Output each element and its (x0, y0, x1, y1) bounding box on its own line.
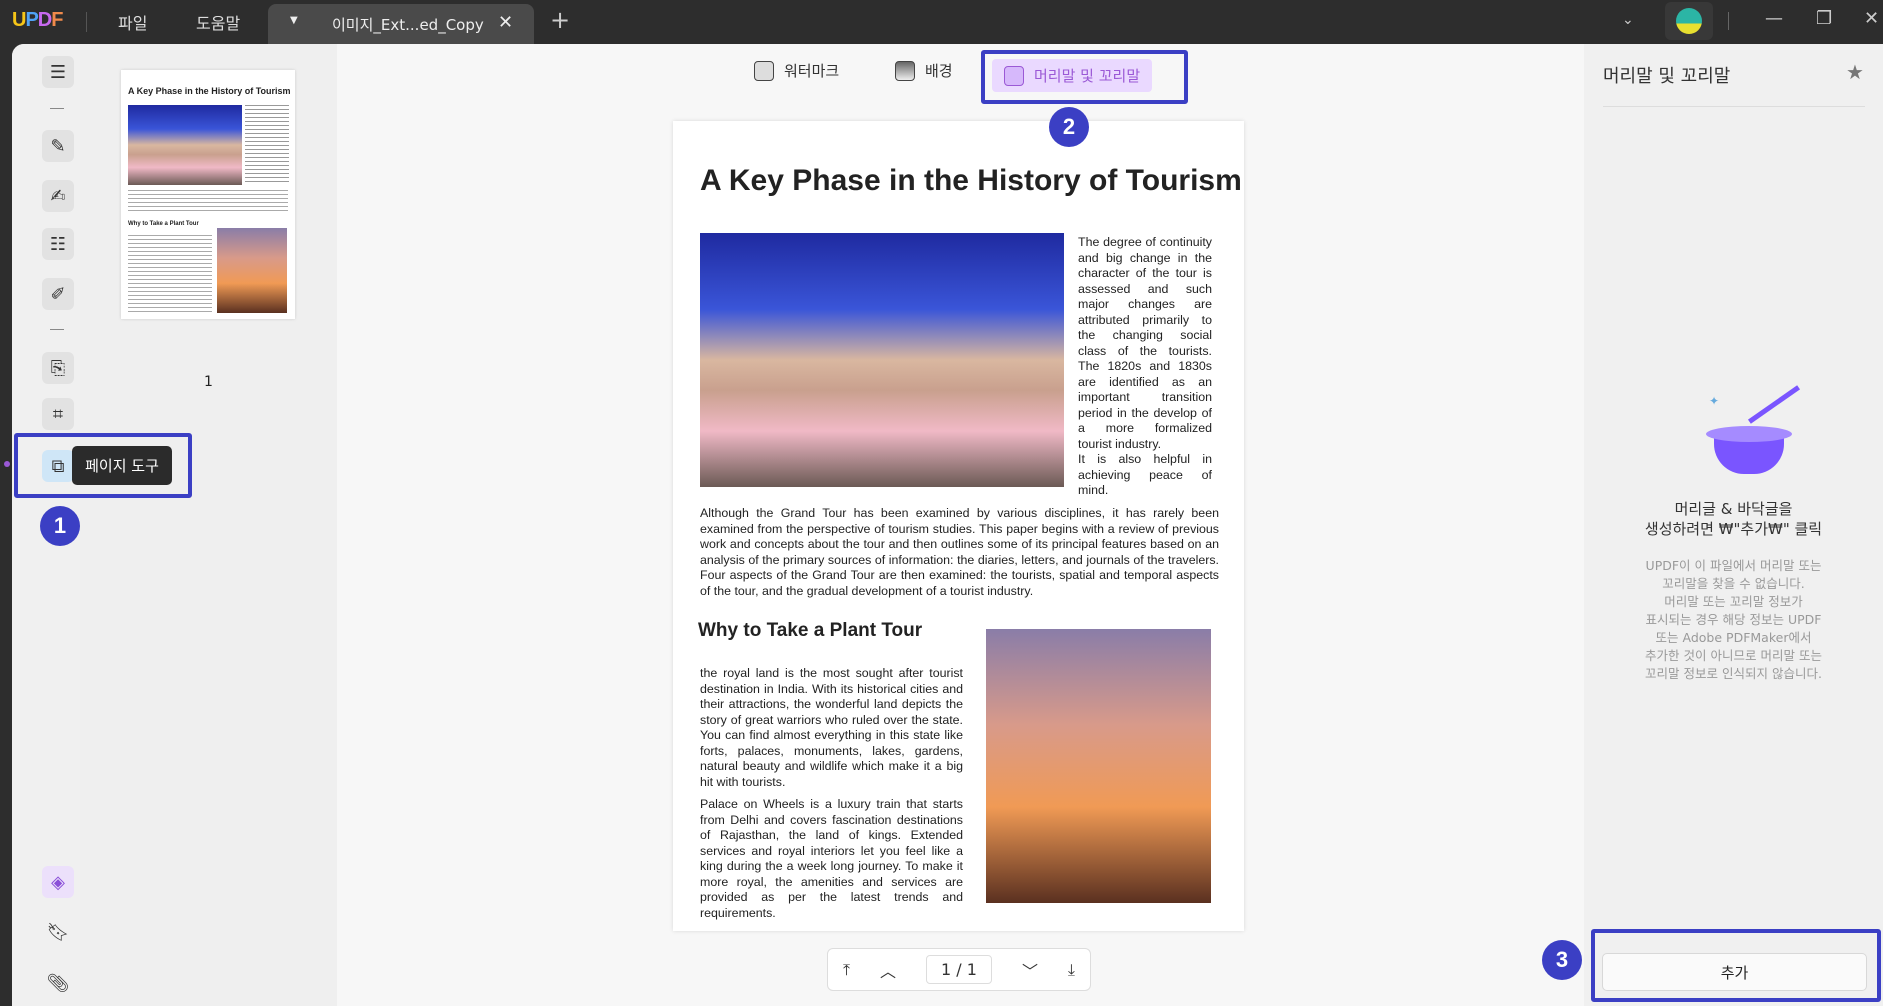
tab-watermark[interactable]: 워터마크 (754, 60, 839, 81)
annotation-box-1 (14, 433, 192, 498)
annotation-box-2 (981, 50, 1188, 104)
annotation-marker-1: 1 (40, 506, 80, 546)
next-page-icon[interactable]: ﹀ (1022, 958, 1038, 982)
close-window-icon[interactable]: ✕ (1864, 8, 1879, 29)
header-footer-panel: 머리말 및 꼬리말 ★ ✦ 머리글 & 바닥글을 생성하려면 ₩"추가₩" 클릭 … (1584, 44, 1883, 1006)
first-page-icon[interactable]: ⤒ (843, 960, 850, 980)
close-tab-icon[interactable]: ✕ (498, 12, 513, 33)
menu-help[interactable]: 도움말 (196, 10, 240, 34)
edit-pdf-icon[interactable]: ✍ (42, 180, 74, 212)
pdf-page: A Key Phase in the History of Tourism Th… (673, 121, 1244, 931)
avatar[interactable] (1665, 2, 1713, 40)
organize-pages-icon[interactable]: ⎘ (42, 352, 74, 384)
last-page-icon[interactable]: ⤓ (1068, 960, 1075, 980)
section-heading: Why to Take a Plant Tour (698, 620, 923, 641)
toolbar (337, 44, 1584, 122)
tab-dropdown-icon[interactable]: ▼ (290, 15, 298, 26)
form-icon[interactable]: ☷ (42, 228, 74, 260)
eiffel-tower-photo (986, 629, 1211, 903)
thumbnail-panel: A Key Phase in the History of Tourism Wh… (80, 44, 337, 1006)
chevron-down-icon[interactable]: ⌄ (1622, 12, 1634, 28)
empty-state-title: 머리글 & 바닥글을 생성하려면 ₩"추가₩" 클릭 (1644, 500, 1823, 538)
minimize-icon[interactable]: — (1765, 8, 1783, 29)
intro-paragraph: Although the Grand Tour has been examine… (700, 506, 1219, 598)
section-paragraph-1: the royal land is the most sought after … (700, 666, 963, 789)
bookmark-icon[interactable]: 🔖︎ (42, 916, 74, 948)
section-paragraph-2: Palace on Wheels is a luxury train that … (700, 797, 963, 920)
magic-hat-icon: ✦ (1684, 384, 1801, 484)
side-text: The degree of continuity and big change … (1078, 235, 1212, 497)
new-tab-button[interactable]: + (550, 6, 570, 34)
tab-background[interactable]: 배경 (895, 60, 953, 81)
background-icon (895, 60, 915, 81)
page-thumbnail[interactable]: A Key Phase in the History of Tourism Wh… (121, 70, 295, 319)
annotation-marker-3: 3 (1542, 940, 1582, 980)
redact-icon[interactable]: ✐ (42, 278, 74, 310)
panel-handle[interactable] (4, 461, 10, 467)
havana-car-photo (700, 233, 1064, 487)
menu-file[interactable]: 파일 (118, 10, 147, 34)
tab-title: 이미지_Ext...ed_Copy (332, 16, 484, 34)
title-bar: UPDF 파일 도움말 ▼ 이미지_Ext...ed_Copy ✕ + ⌄ — … (0, 0, 1883, 44)
annotation-marker-2: 2 (1049, 107, 1089, 147)
star-icon[interactable]: ★ (1846, 60, 1864, 84)
attachment-icon[interactable]: 📎︎ (42, 967, 74, 999)
document-tab[interactable]: ▼ 이미지_Ext...ed_Copy ✕ (268, 4, 534, 44)
crop-icon[interactable]: ⌗ (42, 398, 74, 430)
annotation-box-3 (1591, 929, 1881, 1002)
restore-icon[interactable]: ❐ (1816, 8, 1832, 29)
empty-state-description: UPDF이 이 파일에서 머리말 또는 꼬리말을 찾을 수 없습니다. 머리말 또는… (1645, 558, 1822, 681)
comment-highlighter-icon[interactable]: ✎ (42, 130, 74, 162)
panel-title: 머리말 및 꼬리말 (1603, 66, 1731, 87)
page-number-input[interactable]: 1 / 1 (926, 955, 992, 984)
prev-page-icon[interactable]: ︿ (880, 958, 896, 982)
updf-logo: UPDF (12, 9, 63, 31)
thumbnail-page-number: 1 (204, 374, 213, 390)
page-navigation: ⤒ ︿ 1 / 1 ﹀ ⤓ (827, 948, 1091, 991)
layers-icon[interactable]: ◈ (42, 866, 74, 898)
reader-icon[interactable]: ☰ (42, 56, 74, 88)
watermark-icon (754, 60, 774, 81)
document-title: A Key Phase in the History of Tourism (700, 164, 1242, 197)
